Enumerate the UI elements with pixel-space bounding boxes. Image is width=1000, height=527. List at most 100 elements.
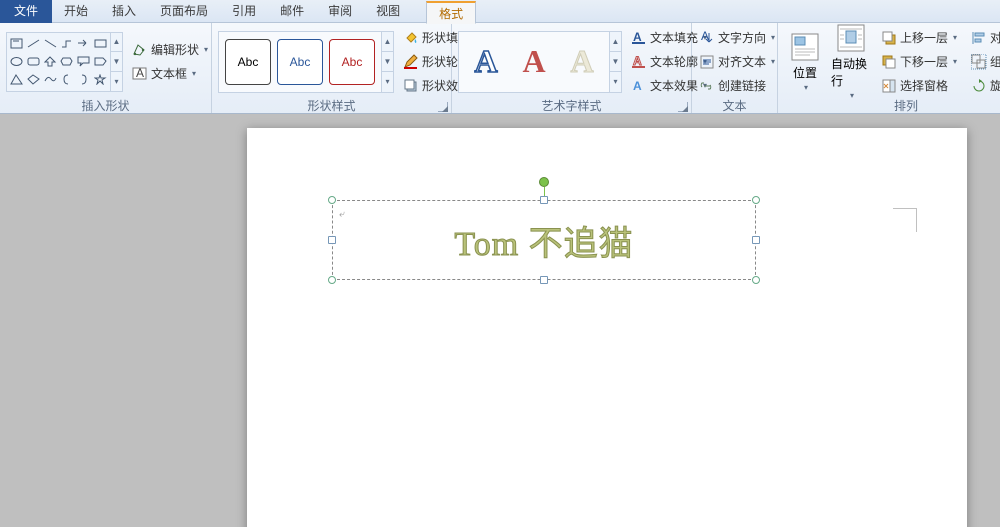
- resize-handle-ml[interactable]: [328, 236, 336, 244]
- bring-forward-button[interactable]: 上移一层▾: [876, 26, 962, 49]
- tab-format[interactable]: 格式: [426, 1, 476, 24]
- tab-home[interactable]: 开始: [52, 0, 100, 23]
- text-fill-label: 文本填充: [650, 29, 698, 46]
- text-fill-icon: A: [631, 30, 647, 46]
- chevron-down-icon: ▾: [204, 45, 208, 54]
- group-shape-styles: Abc Abc Abc ▲▼▾ 形状填充▾ 形状轮廓▾ 形状效果▾: [212, 23, 452, 113]
- svg-text:A: A: [633, 79, 642, 93]
- dialog-launcher-wordart[interactable]: [678, 102, 688, 112]
- tab-references[interactable]: 引用: [220, 0, 268, 23]
- position-button[interactable]: 位置▾: [784, 30, 826, 94]
- rotate-handle[interactable]: [539, 177, 549, 187]
- align-icon: [971, 30, 987, 46]
- shape-diamond-icon: [27, 74, 40, 85]
- shape-line2-icon: [44, 38, 57, 49]
- edit-shape-icon: [132, 42, 148, 58]
- tab-view[interactable]: 视图: [364, 0, 412, 23]
- shapes-gallery[interactable]: [6, 32, 111, 92]
- resize-handle-tl[interactable]: [328, 196, 336, 204]
- pen-icon: [403, 54, 419, 70]
- shape-style-sample-3[interactable]: Abc: [329, 39, 375, 85]
- text-direction-label: 文字方向: [718, 29, 766, 46]
- shape-connector-icon: [60, 38, 73, 49]
- resize-handle-tm[interactable]: [540, 196, 548, 204]
- shape-hex-icon: [60, 56, 73, 67]
- group-icon: [971, 54, 987, 70]
- dialog-launcher-shape-styles[interactable]: [438, 102, 448, 112]
- resize-handle-mr[interactable]: [752, 236, 760, 244]
- selected-wordart-textbox[interactable]: ⤶ Tom 不追猫: [332, 200, 756, 280]
- shape-oval-icon: [10, 56, 23, 67]
- group-insert-shapes-label: 插入形状: [81, 99, 129, 113]
- wordart-sample-2[interactable]: A: [513, 41, 555, 83]
- rotate-button[interactable]: 旋转▾: [966, 74, 1000, 97]
- workspace[interactable]: ⤶ Tom 不追猫: [0, 114, 1000, 527]
- shape-arrow-icon: [77, 38, 90, 49]
- selection-pane-button[interactable]: 选择窗格: [876, 74, 962, 97]
- group-arrange: 位置▾ 自动换行▾ 上移一层▾ 下移一层▾ 选择窗格: [778, 23, 1000, 113]
- selection-pane-icon: [881, 78, 897, 94]
- align-text-button[interactable]: 对齐文本▾: [694, 50, 780, 73]
- align-text-icon: [699, 54, 715, 70]
- tab-strip: 文件 开始 插入 页面布局 引用 邮件 审阅 视图 格式: [0, 0, 1000, 23]
- resize-handle-bl[interactable]: [328, 276, 336, 284]
- svg-text:A: A: [136, 66, 144, 80]
- edit-shape-button[interactable]: 编辑形状 ▾: [127, 38, 213, 61]
- shape-style-sample-1[interactable]: Abc: [225, 39, 271, 85]
- wordart-more[interactable]: ▲▼▾: [610, 31, 622, 93]
- tab-review[interactable]: 审阅: [316, 0, 364, 23]
- resize-handle-tr[interactable]: [752, 196, 760, 204]
- textbox-label: 文本框: [151, 65, 187, 82]
- text-effects-label: 文本效果: [650, 77, 698, 94]
- align-label: 对齐: [990, 29, 1000, 46]
- resize-handle-bm[interactable]: [540, 276, 548, 284]
- shape-wave-icon: [44, 74, 57, 85]
- svg-text:A: A: [633, 30, 642, 44]
- chevron-down-icon: ▾: [192, 69, 196, 78]
- wordart-sample-1[interactable]: A: [465, 41, 507, 83]
- shape-rect-icon: [94, 38, 107, 49]
- send-backward-icon: [881, 54, 897, 70]
- shape-style-sample-2[interactable]: Abc: [277, 39, 323, 85]
- wrap-text-button[interactable]: 自动换行▾: [830, 30, 872, 94]
- text-direction-icon: A: [699, 30, 715, 46]
- shape-brace-icon: [60, 74, 73, 85]
- shapes-gallery-more[interactable]: ▲▼▾: [111, 32, 123, 92]
- tab-file[interactable]: 文件: [0, 0, 52, 23]
- svg-text:A: A: [633, 54, 642, 68]
- position-label: 位置: [793, 64, 817, 81]
- create-link-label: 创建链接: [718, 77, 766, 94]
- effects-icon: [403, 78, 419, 94]
- create-link-button[interactable]: 创建链接: [694, 74, 780, 97]
- shape-star-icon: [94, 74, 107, 85]
- group-button[interactable]: 组合▾: [966, 50, 1000, 73]
- tab-mailings[interactable]: 邮件: [268, 0, 316, 23]
- shape-style-more[interactable]: ▲▼▾: [382, 31, 394, 93]
- text-direction-button[interactable]: A 文字方向▾: [694, 26, 780, 49]
- resize-handle-br[interactable]: [752, 276, 760, 284]
- text-outline-label: 文本轮廓: [650, 53, 698, 70]
- bring-forward-label: 上移一层: [900, 29, 948, 46]
- shape-line-icon: [27, 38, 40, 49]
- shape-style-gallery[interactable]: Abc Abc Abc: [218, 31, 382, 93]
- group-arrange-label: 排列: [894, 99, 918, 113]
- bucket-icon: [403, 30, 419, 46]
- wordart-sample-3[interactable]: A: [561, 41, 603, 83]
- tab-page-layout[interactable]: 页面布局: [148, 0, 220, 23]
- wordart-gallery[interactable]: A A A: [458, 31, 610, 93]
- align-button[interactable]: 对齐▾: [966, 26, 1000, 49]
- document-page[interactable]: ⤶ Tom 不追猫: [247, 128, 967, 527]
- rotate-icon: [971, 78, 987, 94]
- group-wordart-styles: A A A ▲▼▾ A 文本填充▾ A 文本轮廓▾ A 文本效果▾: [452, 23, 692, 113]
- wordart-text[interactable]: Tom 不追猫: [454, 216, 633, 265]
- send-backward-label: 下移一层: [900, 53, 948, 70]
- text-effects-icon: A: [631, 78, 647, 94]
- wrap-label: 自动换行: [831, 55, 871, 89]
- send-backward-button[interactable]: 下移一层▾: [876, 50, 962, 73]
- textbox-icon: A: [132, 66, 148, 82]
- textbox-button[interactable]: A 文本框 ▾: [127, 62, 213, 85]
- bring-forward-icon: [881, 30, 897, 46]
- wrap-icon: [836, 23, 866, 53]
- tab-insert[interactable]: 插入: [100, 0, 148, 23]
- group-shape-styles-label: 形状样式: [307, 99, 355, 113]
